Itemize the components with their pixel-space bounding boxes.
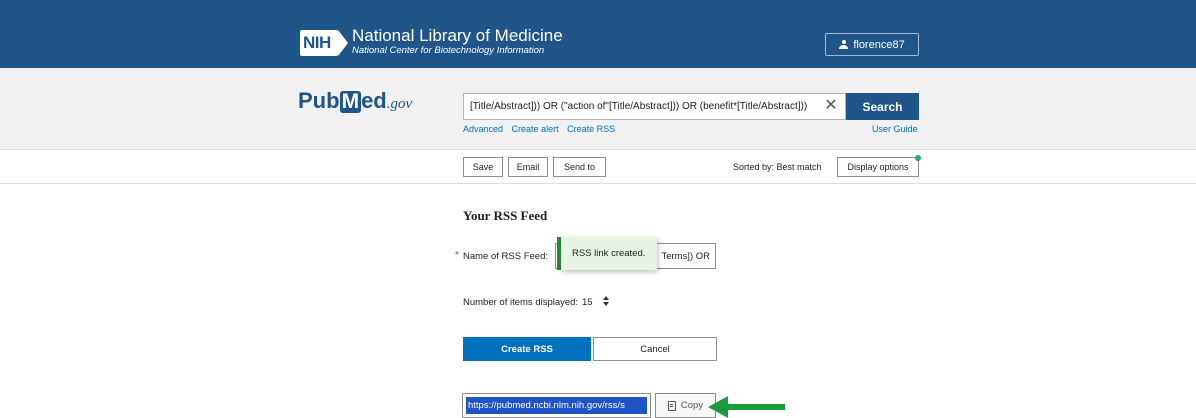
- send-to-button[interactable]: Send to: [553, 157, 606, 177]
- search-input[interactable]: [Title/Abstract])) OR ("action of"[Title…: [463, 93, 846, 120]
- items-count-select[interactable]: 15: [582, 297, 593, 308]
- rss-name-label: Name of RSS Feed:: [463, 251, 549, 262]
- username: florence87: [853, 38, 905, 51]
- logo-pub: Pub: [298, 88, 340, 113]
- rss-url-selected-text: https://pubmed.ncbi.nlm.nih.gov/rss/s: [466, 397, 647, 414]
- copy-button[interactable]: Copy: [655, 393, 716, 418]
- indicator-dot-icon: [915, 155, 921, 161]
- nih-header: NIH National Library of Medicine Nationa…: [0, 0, 1196, 68]
- user-account-button[interactable]: florence87: [825, 33, 919, 56]
- create-rss-button[interactable]: Create RSS: [463, 337, 591, 361]
- required-mark: *: [455, 250, 459, 261]
- clipboard-icon: [667, 400, 676, 411]
- create-rss-link[interactable]: Create RSS: [567, 124, 615, 134]
- nlm-title: National Library of Medicine: [352, 25, 563, 45]
- advanced-link[interactable]: Advanced: [463, 124, 503, 134]
- display-options-label: Display options: [847, 162, 909, 172]
- search-query: [Title/Abstract])) OR ("action of"[Title…: [470, 101, 808, 112]
- search-links: Advanced Create alert Create RSS: [463, 124, 621, 134]
- nih-badge-text: NIH: [303, 33, 331, 52]
- save-button[interactable]: Save: [463, 157, 503, 177]
- sort-label: Sorted by: Best match: [733, 162, 822, 172]
- rss-created-toast: RSS link created.: [557, 237, 657, 270]
- green-arrow-shape: [708, 396, 785, 418]
- email-button[interactable]: Email: [508, 157, 548, 177]
- clear-icon[interactable]: ✕: [822, 97, 840, 115]
- rss-name-value: Terms]) OR: [661, 250, 710, 262]
- cancel-button[interactable]: Cancel: [593, 337, 717, 361]
- nih-logo[interactable]: NIH National Library of Medicine Nationa…: [300, 25, 563, 56]
- logo-ed: ed: [361, 88, 387, 113]
- search-band: PubMed.gov [Title/Abstract])) OR ("actio…: [0, 68, 1196, 150]
- items-count-label: Number of items displayed:: [463, 297, 579, 308]
- display-options-button[interactable]: Display options: [837, 155, 921, 177]
- search-button[interactable]: Search: [846, 93, 919, 120]
- logo-m: M: [339, 90, 362, 113]
- create-alert-link[interactable]: Create alert: [512, 124, 559, 134]
- toast-message: RSS link created.: [572, 248, 646, 259]
- user-guide-link[interactable]: User Guide: [872, 124, 918, 134]
- rss-feed-title: Your RSS Feed: [463, 208, 548, 223]
- sort-arrows-icon[interactable]: [603, 294, 611, 308]
- rss-url-input[interactable]: https://pubmed.ncbi.nlm.nih.gov/rss/s: [462, 393, 651, 418]
- nih-badge: NIH: [300, 30, 350, 56]
- nlm-subtitle: National Center for Biotechnology Inform…: [352, 44, 545, 56]
- copy-label: Copy: [680, 400, 704, 411]
- green-arrow-icon: [708, 396, 785, 418]
- user-icon: [839, 40, 849, 49]
- action-bar: Save Email Send to Sorted by: Best match…: [0, 150, 1196, 184]
- pubmed-logo[interactable]: PubMed.gov: [298, 88, 412, 114]
- logo-gov: .gov: [386, 96, 413, 112]
